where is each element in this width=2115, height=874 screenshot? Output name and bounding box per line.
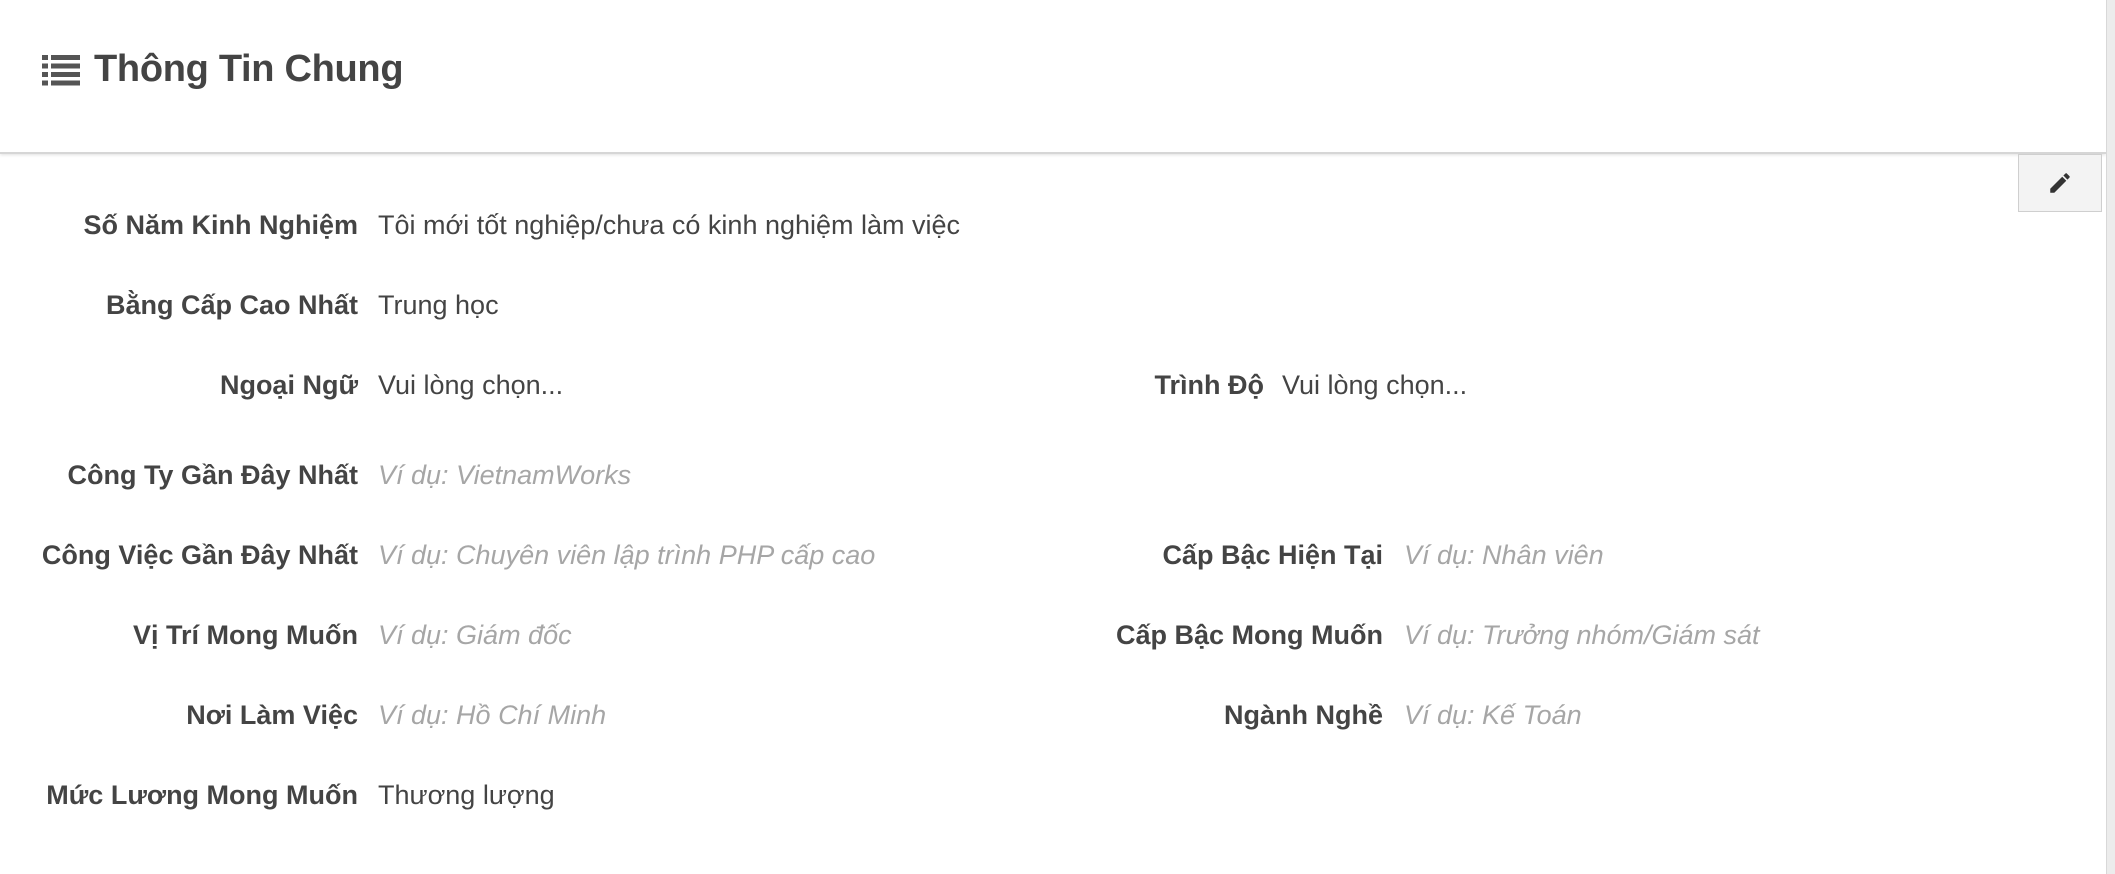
recent-job-label: Công Việc Gần Đây Nhất [41, 540, 358, 570]
industry-input[interactable]: Ví dụ: Kế Toán [1404, 698, 1582, 732]
recent-company-input[interactable]: Ví dụ: VietnamWorks [378, 458, 631, 492]
industry-label: Ngành Nghề [1224, 700, 1383, 730]
desired-position-label: Vị Trí Mong Muốn [133, 620, 358, 650]
language-select[interactable]: Vui lòng chọn... [378, 368, 563, 402]
degree-label: Bằng Cấp Cao Nhất [105, 290, 358, 320]
experience-label: Số Năm Kinh Nghiệm [83, 210, 358, 240]
language-level-label: Trình Độ [1154, 370, 1265, 400]
experience-value[interactable]: Tôi mới tốt nghiệp/chưa có kinh nghiệm l… [378, 208, 960, 242]
desired-salary-value[interactable]: Thương lượng [378, 778, 555, 812]
section-title-wrap: Thông Tin Chung [42, 48, 404, 91]
desired-level-input[interactable]: Ví dụ: Trưởng nhóm/Giám sát [1404, 618, 1760, 652]
desired-salary-label: Mức Lương Mong Muốn [46, 780, 358, 810]
recent-company-label: Công Ty Gần Đây Nhất [67, 460, 358, 490]
language-level-select[interactable]: Vui lòng chọn... [1282, 368, 1467, 402]
language-label: Ngoại Ngữ [219, 370, 358, 400]
work-location-input[interactable]: Ví dụ: Hồ Chí Minh [378, 698, 606, 732]
desired-position-input[interactable]: Ví dụ: Giám đốc [378, 618, 572, 652]
current-level-input[interactable]: Ví dụ: Nhân viên [1404, 538, 1604, 572]
degree-value[interactable]: Trung học [378, 288, 499, 322]
section-header: Thông Tin Chung [0, 0, 2106, 154]
pencil-icon [2050, 173, 2070, 193]
recent-job-input[interactable]: Ví dụ: Chuyên viên lập trình PHP cấp cao [378, 538, 875, 572]
desired-level-label: Cấp Bậc Mong Muốn [1116, 620, 1383, 650]
scrollbar-track[interactable] [2106, 0, 2115, 874]
work-location-label: Nơi Làm Việc [186, 700, 358, 730]
current-level-label: Cấp Bậc Hiện Tại [1162, 540, 1383, 570]
section-title: Thông Tin Chung [94, 48, 404, 90]
edit-button[interactable] [2018, 154, 2102, 212]
list-icon [42, 54, 80, 85]
